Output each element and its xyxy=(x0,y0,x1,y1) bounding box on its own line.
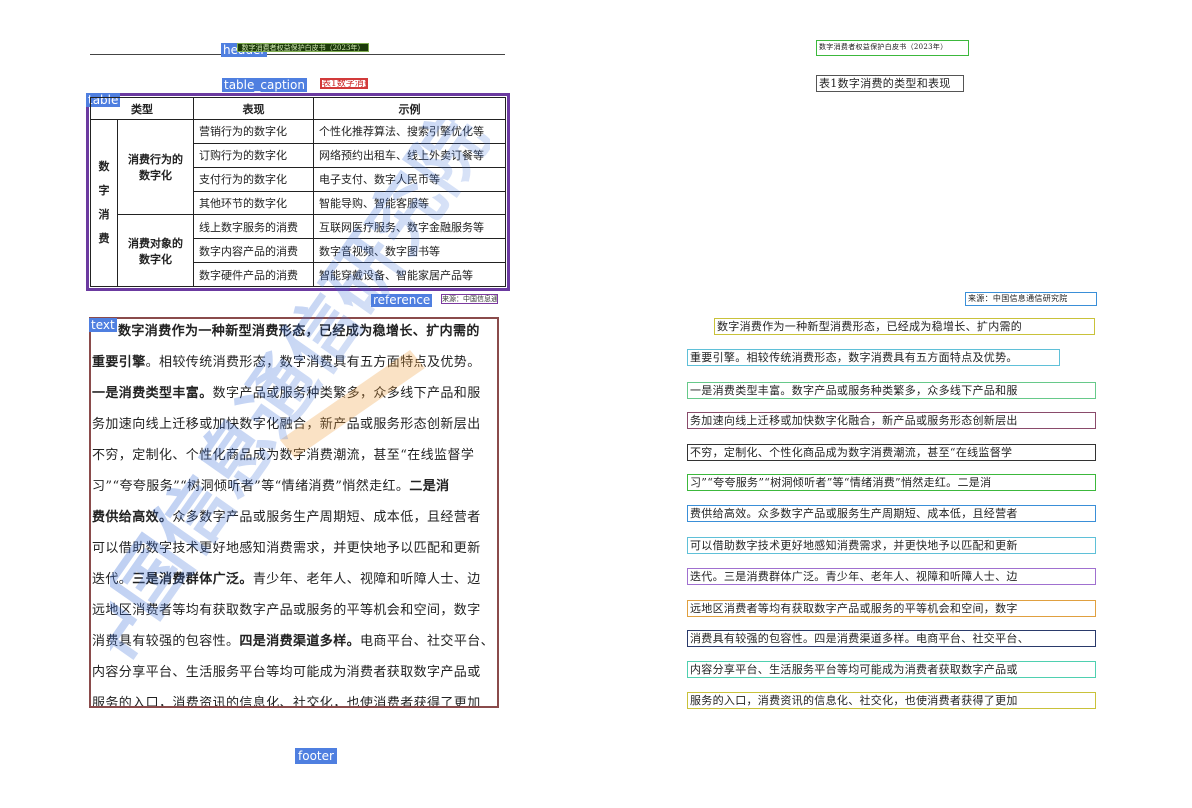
right-text-line: 重要引擎。相较传统消费形态，数字消费具有五方面特点及优势。 xyxy=(687,349,1060,366)
group-label-cell: 消费对象的数字化 xyxy=(117,214,194,287)
text-line: 服务的入口，消费资讯的信息化、社交化，也使消费者获得了更加 xyxy=(92,688,497,706)
text-run-bold: 费供给高效。 xyxy=(92,510,173,525)
right-reference-text: 来源：中国信息通信研究院 xyxy=(965,292,1097,306)
text-line: 一是消费类型丰富。数字产品或服务种类繁多，众多线下产品和服 xyxy=(92,378,497,409)
root-label-cell: 数字消费 xyxy=(90,119,118,287)
right-text-line: 服务的入口，消费资讯的信息化、社交化，也使消费者获得了更加 xyxy=(687,692,1096,709)
consumption-types-table: 类型 表现 示例 数字消费 消费行为的数字化 营销行为的数字化 个性化推荐算法、… xyxy=(90,97,506,287)
table-cell: 数字内容产品的消费 xyxy=(193,238,314,264)
table-cell: 电子支付、数字人民币等 xyxy=(313,166,506,192)
group-label-cell: 消费行为的数字化 xyxy=(117,118,194,216)
reference-text: 来源：中国信息通信研究院 xyxy=(441,294,498,304)
text-run: 消费具有较强的包容性。 xyxy=(92,634,240,649)
right-text-line: 不穷，定制化、个性化商品成为数字消费潮流，甚至“在线监督学 xyxy=(687,444,1096,461)
text-line: 远地区消费者等均有获取数字产品或服务的平等机会和空间，数字 xyxy=(92,595,497,626)
text-run: 服务的入口，消费资讯的信息化、社交化，也使消费者获得了更加 xyxy=(92,696,481,706)
table-header-row: 类型 表现 示例 xyxy=(90,97,506,120)
text-line: 迭代。三是消费群体广泛。青少年、老年人、视障和听障人士、边 xyxy=(92,564,497,595)
table-row: 数字消费 消费行为的数字化 营销行为的数字化 个性化推荐算法、搜索引擎优化等 xyxy=(90,118,506,287)
header-text: 数字消费者权益保护白皮书（2023年） xyxy=(237,43,369,52)
footer-tag: footer xyxy=(295,748,337,764)
text-run-bold: 数字消费作为一种新型消费形态，已经成为稳增长、扩内需的 xyxy=(118,324,480,339)
header-cell-example: 示例 xyxy=(313,97,506,120)
right-text-line: 习”“夸夸服务”“树洞倾听者”等“情绪消费”悄然走红。二是消 xyxy=(687,474,1096,491)
right-text-line: 一是消费类型丰富。数字产品或服务种类繁多，众多线下产品和服 xyxy=(687,382,1096,399)
header-rule xyxy=(90,54,505,55)
text-run: 习”“夸夸服务”“树洞倾听者”等“情绪消费”悄然走红。 xyxy=(92,479,410,494)
right-text-line: 数字消费作为一种新型消费形态，已经成为稳增长、扩内需的 xyxy=(714,318,1095,335)
text-line: 费供给高效。众多数字产品或服务生产周期短、成本低，且经营者 xyxy=(92,502,497,533)
text-run: 众多数字产品或服务生产周期短、成本低，且经营者 xyxy=(172,510,481,525)
body-paragraph: 数字消费作为一种新型消费形态，已经成为稳增长、扩内需的重要引擎。相较传统消费形态… xyxy=(92,316,497,706)
table-cell: 互联网医疗服务、数字金融服务等 xyxy=(313,214,506,240)
text-run: 可以借助数字技术更好地感知消费需求，并更快地予以匹配和更新 xyxy=(92,541,481,556)
text-run: 电商平台、社交平台、 xyxy=(360,634,495,649)
header-cell-type: 类型 xyxy=(90,97,194,120)
text-run: 青少年、老年人、视障和听障人士、边 xyxy=(252,572,481,587)
text-run-bold: 一是消费类型丰富。 xyxy=(92,386,213,401)
text-line: 重要引擎。相较传统消费形态，数字消费具有五方面特点及优势。 xyxy=(92,347,497,378)
table-cell: 网络预约出租车、线上外卖订餐等 xyxy=(313,142,506,168)
right-text-line: 务加速向线上迁移或加快数字化融合，新产品或服务形态创新层出 xyxy=(687,412,1096,429)
table-caption-tag: table_caption xyxy=(222,78,307,92)
text-run: 远地区消费者等均有获取数字产品或服务的平等机会和空间，数字 xyxy=(92,603,481,618)
table-cell: 其他环节的数字化 xyxy=(193,190,314,216)
text-line: 数字消费作为一种新型消费形态，已经成为稳增长、扩内需的 xyxy=(92,316,497,347)
right-text-line: 内容分享平台、生活服务平台等均可能成为消费者获取数字产品或 xyxy=(687,661,1096,678)
right-text-line: 远地区消费者等均有获取数字产品或服务的平等机会和空间，数字 xyxy=(687,600,1096,617)
text-run: 不穷，定制化、个性化商品成为数字消费潮流，甚至“在线监督学 xyxy=(92,448,475,463)
table-caption-text: 表1数字消费的类型和表现 xyxy=(320,78,368,89)
table-cell: 线上数字服务的消费 xyxy=(193,214,314,240)
right-header-text: 数字消费者权益保护白皮书（2023年） xyxy=(816,40,969,56)
text-line: 内容分享平台、生活服务平台等均可能成为消费者获取数字产品或 xyxy=(92,657,497,688)
table-cell: 支付行为的数字化 xyxy=(193,166,314,192)
right-text-line: 迭代。三是消费群体广泛。青少年、老年人、视障和听障人士、边 xyxy=(687,568,1096,585)
table-cell: 智能穿戴设备、智能家居产品等 xyxy=(313,262,506,287)
right-caption-text: 表1数字消费的类型和表现 xyxy=(816,75,964,92)
right-text-line: 消费具有较强的包容性。四是消费渠道多样。电商平台、社交平台、 xyxy=(687,630,1096,647)
text-run-bold: 二是消 xyxy=(409,479,450,494)
header-cell-performance: 表现 xyxy=(193,97,314,120)
text-run: 内容分享平台、生活服务平台等均可能成为消费者获取数字产品或 xyxy=(92,665,481,680)
text-run-bold: 四是消费渠道多样。 xyxy=(239,634,361,649)
table-row: 消费对象的数字化 线上数字服务的消费 互联网医疗服务、数字金融服务等 xyxy=(91,214,506,287)
table-cell: 营销行为的数字化 xyxy=(193,119,314,144)
text-run: 数字产品或服务种类繁多，众多线下产品和服 xyxy=(212,386,481,401)
text-tag: text xyxy=(89,318,117,332)
table-cell: 智能导购、智能客服等 xyxy=(313,190,506,216)
text-line: 可以借助数字技术更好地感知消费需求，并更快地予以匹配和更新 xyxy=(92,533,497,564)
text-line: 务加速向线上迁移或加快数字化融合，新产品或服务形态创新层出 xyxy=(92,409,497,440)
right-text-line: 可以借助数字技术更好地感知消费需求，并更快地予以匹配和更新 xyxy=(687,537,1096,554)
text-run: 迭代。 xyxy=(92,572,133,587)
text-run: 务加速向线上迁移或加快数字化融合，新产品或服务形态创新层出 xyxy=(92,417,481,432)
text-line: 习”“夸夸服务”“树洞倾听者”等“情绪消费”悄然走红。二是消 xyxy=(92,471,497,502)
text-run-bold: 三是消费群体广泛。 xyxy=(132,572,253,587)
table-cell: 数字音视频、数字图书等 xyxy=(313,238,506,264)
table-cell: 订购行为的数字化 xyxy=(193,142,314,168)
table-cell: 数字硬件产品的消费 xyxy=(193,262,314,287)
reference-tag: reference xyxy=(371,293,433,307)
text-run: 。相较传统消费形态，数字消费具有五方面特点及优势。 xyxy=(145,355,481,370)
text-line: 不穷，定制化、个性化商品成为数字消费潮流，甚至“在线监督学 xyxy=(92,440,497,471)
text-line: 消费具有较强的包容性。四是消费渠道多样。电商平台、社交平台、 xyxy=(92,626,497,657)
table-cell: 个性化推荐算法、搜索引擎优化等 xyxy=(313,119,506,144)
right-text-line: 费供给高效。众多数字产品或服务生产周期短、成本低，且经营者 xyxy=(687,505,1096,522)
text-run-bold: 重要引擎 xyxy=(92,355,146,370)
